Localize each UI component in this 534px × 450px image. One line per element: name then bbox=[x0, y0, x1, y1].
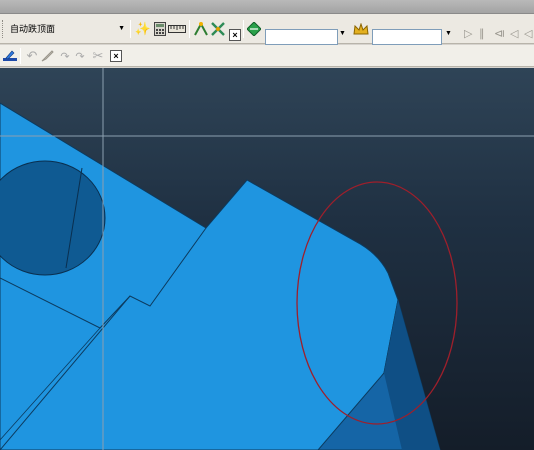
chevron-down-icon[interactable]: ▼ bbox=[339, 30, 346, 37]
diamond-button[interactable] bbox=[245, 20, 263, 38]
step-forward-icon[interactable]: ◁ bbox=[524, 27, 532, 40]
close-toolbar-button[interactable]: × bbox=[229, 29, 241, 41]
sketch-icon bbox=[3, 50, 17, 61]
cross-tool-icon bbox=[211, 22, 225, 36]
toolbar-separator bbox=[130, 20, 131, 38]
crown-icon bbox=[353, 23, 369, 35]
redo-icon: ↷ bbox=[60, 50, 70, 63]
toolbar-separator bbox=[20, 48, 21, 64]
wand-icon: ✨ bbox=[134, 21, 152, 36]
toolbar-separator bbox=[243, 20, 244, 38]
wand-button[interactable]: ✨ bbox=[134, 20, 152, 38]
part-face bbox=[0, 102, 399, 450]
edit-toolbar: ↶ ↷ ↷ ✂ × bbox=[0, 45, 534, 67]
mode-select[interactable]: 自动跌顶面 ▼ bbox=[6, 21, 128, 37]
step-forward-icon[interactable]: ◁ bbox=[510, 27, 518, 40]
cad-viewport[interactable] bbox=[0, 68, 534, 450]
toolbar-separator bbox=[189, 20, 190, 38]
combo-a[interactable] bbox=[265, 29, 338, 45]
main-toolbar: 自动跌顶面 ▼ ✨ × ▼ ▼ ▷ ∥ ⧏ ◁ ◁ bbox=[0, 14, 534, 45]
close-toolbar-button[interactable]: × bbox=[110, 50, 122, 62]
redo2-icon: ↷ bbox=[75, 50, 85, 63]
title-bar bbox=[0, 0, 534, 14]
pause-icon[interactable]: ∥ bbox=[479, 27, 485, 40]
close-icon: × bbox=[113, 51, 119, 61]
cross-tool-button[interactable] bbox=[209, 20, 227, 38]
ruler-button[interactable] bbox=[167, 20, 187, 38]
calculator-icon bbox=[154, 22, 166, 36]
play-icon[interactable]: ▷ bbox=[464, 27, 472, 40]
brush-button[interactable] bbox=[38, 47, 56, 65]
close-icon: × bbox=[232, 30, 238, 40]
combo-b[interactable] bbox=[372, 29, 442, 45]
part-rendering bbox=[0, 68, 534, 450]
step-back-icon[interactable]: ⧏ bbox=[494, 27, 505, 40]
toolbar-grip[interactable] bbox=[2, 20, 5, 38]
crown-button[interactable] bbox=[352, 20, 370, 38]
mode-select-value: 自动跌顶面 bbox=[10, 24, 56, 34]
scissors-button[interactable]: ✂ bbox=[89, 47, 107, 65]
undo-icon: ↶ bbox=[26, 48, 38, 63]
redo2-button[interactable]: ↷ bbox=[71, 47, 89, 65]
chevron-down-icon[interactable]: ▼ bbox=[445, 30, 452, 37]
ruler-icon bbox=[168, 25, 186, 33]
scissors-icon: ✂ bbox=[92, 48, 104, 63]
chevron-down-icon[interactable]: ▼ bbox=[118, 22, 125, 36]
sketch-button[interactable] bbox=[1, 47, 19, 65]
measure-icon bbox=[194, 21, 208, 36]
green-diamond-icon bbox=[247, 22, 261, 36]
brush-icon bbox=[41, 50, 54, 62]
measure-button[interactable] bbox=[192, 20, 210, 38]
